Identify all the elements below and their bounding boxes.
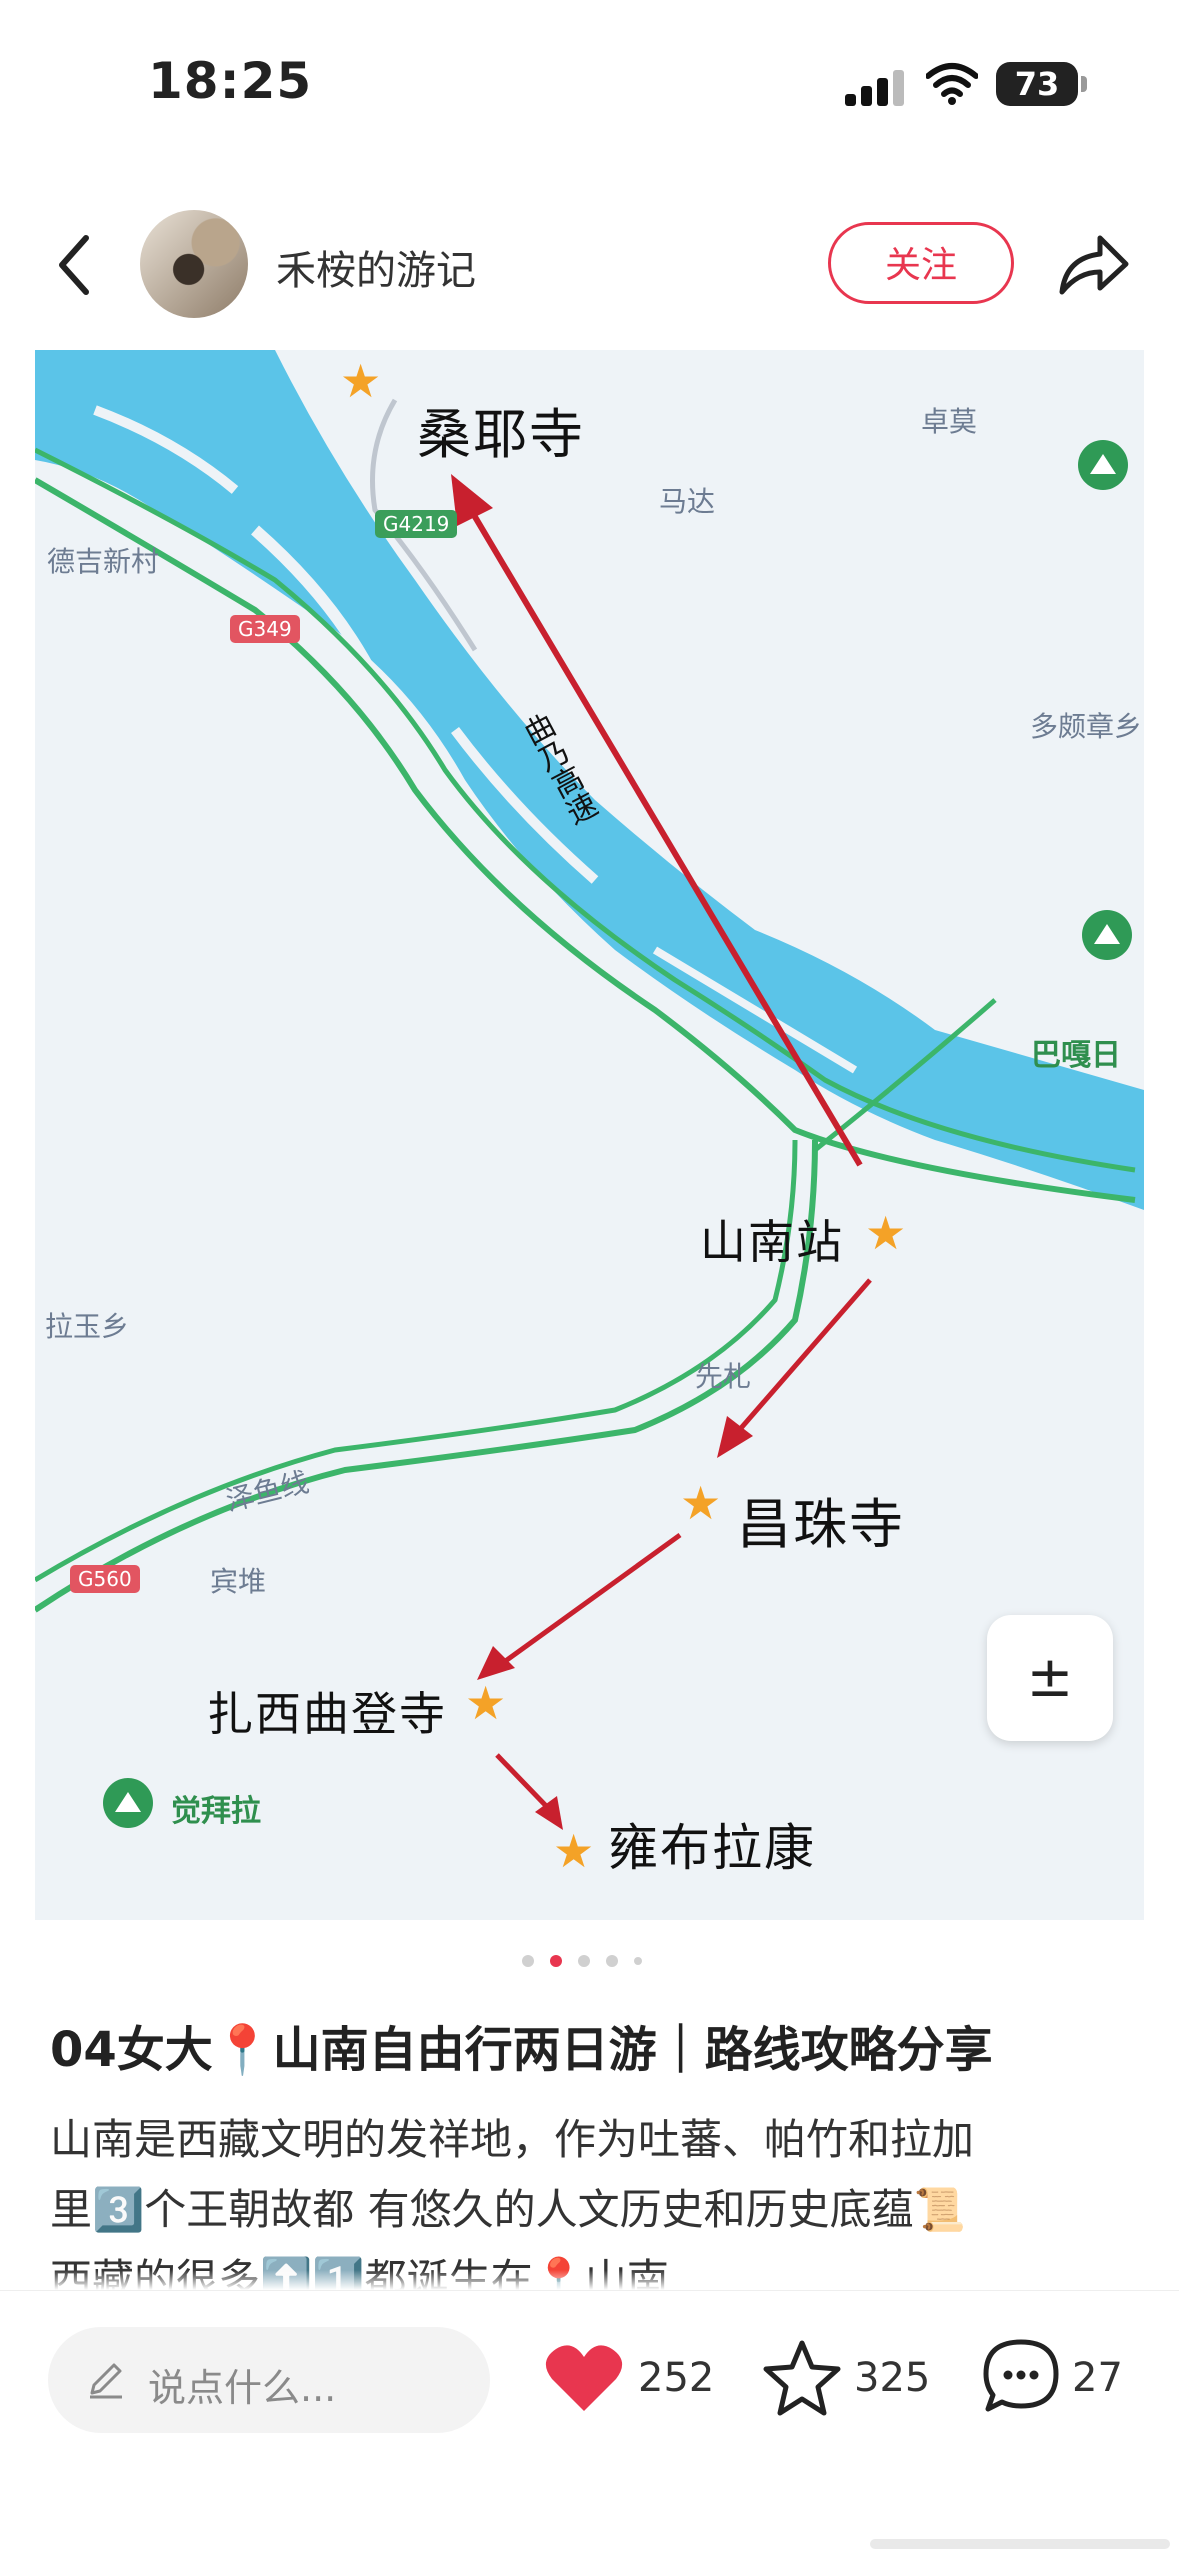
post-header: 禾桉的游记 关注: [0, 200, 1179, 330]
comment-bubble-icon: [983, 2339, 1059, 2412]
carousel-dot: [578, 1955, 590, 1967]
road-badge-g4219: G4219: [375, 510, 458, 538]
status-bar: 18:25 73: [0, 0, 1179, 175]
follow-button[interactable]: 关注: [828, 222, 1014, 304]
comment-button[interactable]: 27: [982, 2337, 1132, 2417]
map-graphic: [35, 350, 1144, 1830]
road-badge-g349: G349: [230, 615, 300, 643]
home-indicator: [870, 2539, 1170, 2549]
place-zhaxiqudeng: 扎西曲登寺: [207, 1687, 447, 1741]
place-yongbulakang: 雍布拉康: [608, 1819, 816, 1877]
post-body-line: 山南是西藏文明的发祥地，作为吐蕃、帕竹和拉加: [50, 2115, 975, 2164]
battery-indicator: 73: [996, 62, 1078, 106]
yongbulakang-star-icon: ★: [553, 1824, 595, 1878]
like-count: 252: [638, 2355, 715, 2401]
road-badge-g560: G560: [70, 1565, 140, 1593]
comment-input[interactable]: 说点什么...: [48, 2327, 490, 2433]
label-zhuomo: 卓莫: [921, 405, 978, 438]
star-icon: [763, 2340, 841, 2416]
favorite-button[interactable]: 325: [762, 2337, 942, 2417]
place-changzhu: 昌珠寺: [737, 1493, 905, 1556]
bottom-action-bar: 说点什么... 252 325 27: [0, 2290, 1179, 2557]
author-avatar[interactable]: [140, 210, 248, 318]
label-zhuanbaila: 觉拜拉: [171, 1794, 261, 1829]
place-sangye: 桑耶寺: [417, 403, 585, 466]
post-title: 04女大📍山南自由行两日游｜路线攻略分享: [50, 2022, 993, 2078]
shannan-star-icon: ★: [865, 1206, 907, 1260]
share-icon[interactable]: [1056, 230, 1132, 300]
like-button[interactable]: 252: [544, 2337, 724, 2417]
battery-tip: [1081, 76, 1087, 92]
post-body-line: 里3️⃣个王朝故都 有悠久的人文历史和历史底蕴📜: [50, 2185, 966, 2234]
post-image-map[interactable]: ★ 桑耶寺 卓莫 马达 德吉新村 G4219 G349 多颇章乡 曲乃高速 巴嘎…: [35, 350, 1144, 1920]
favorite-count: 325: [854, 2355, 931, 2401]
carousel-indicator: [520, 1955, 660, 1971]
label-layu: 拉玉乡: [45, 1310, 130, 1343]
back-arrow-icon[interactable]: [48, 230, 102, 300]
changzhu-star-icon: ★: [680, 1476, 722, 1530]
text-fade: [0, 2270, 1179, 2290]
status-time: 18:25: [148, 52, 313, 110]
place-shannan-station: 山南站: [700, 1215, 844, 1269]
poi-mountain-icon: [1078, 440, 1128, 490]
label-xianzha: 先札: [695, 1360, 752, 1393]
poi-mountain-icon-3: [103, 1778, 153, 1828]
wifi-icon: [926, 63, 978, 105]
label-mada: 马达: [659, 485, 716, 518]
zhaxiqudeng-star-icon: ★: [465, 1676, 507, 1730]
label-deji: 德吉新村: [47, 545, 160, 578]
zoom-control: ±: [987, 1615, 1113, 1741]
poi-mountain-icon-2: [1082, 910, 1132, 960]
comment-placeholder: 说点什么...: [148, 2366, 337, 2410]
pencil-icon: [90, 2363, 122, 2399]
author-name[interactable]: 禾桉的游记: [276, 238, 476, 296]
sangye-star-icon: ★: [340, 354, 382, 408]
comment-count: 27: [1072, 2355, 1123, 2401]
label-bindui: 宾堆: [210, 1565, 267, 1598]
label-baga: 巴嘎日: [1031, 1038, 1121, 1073]
carousel-dot: [522, 1955, 534, 1967]
label-duopo: 多颇章乡: [1030, 710, 1143, 743]
carousel-dot: [606, 1955, 618, 1967]
carousel-dot: [634, 1957, 642, 1965]
signal-icon: [845, 70, 905, 106]
carousel-dot-active: [550, 1955, 562, 1967]
heart-icon: [545, 2345, 623, 2411]
